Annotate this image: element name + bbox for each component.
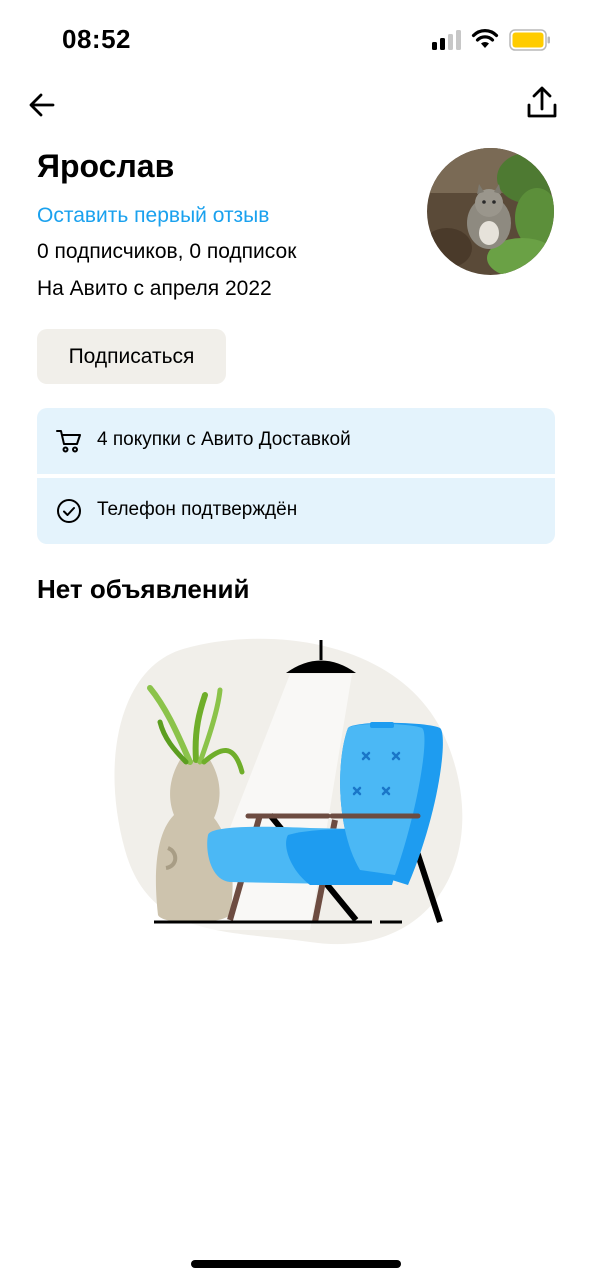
back-arrow-icon[interactable] bbox=[26, 88, 60, 122]
no-listings-title: Нет объявлений bbox=[37, 574, 250, 604]
home-indicator bbox=[191, 1260, 401, 1268]
check-circle-icon bbox=[57, 499, 81, 523]
navigation-bar bbox=[0, 80, 591, 130]
status-bar: 08:52 bbox=[0, 0, 591, 80]
phone-verified-text: Телефон подтверждён bbox=[97, 499, 298, 520]
status-time: 08:52 bbox=[62, 24, 131, 54]
wifi-icon bbox=[471, 29, 499, 48]
followers-count[interactable]: 0 подписчиков, 0 подписок bbox=[37, 240, 296, 264]
profile-name: Ярослав bbox=[37, 148, 175, 184]
battery-icon bbox=[509, 29, 550, 51]
phone-verified-info: Телефон подтверждён bbox=[37, 478, 555, 544]
cellular-signal-icon bbox=[432, 30, 462, 50]
leave-review-link[interactable]: Оставить первый отзыв bbox=[37, 204, 269, 228]
share-icon[interactable] bbox=[523, 84, 561, 122]
empty-state-armchair-illustration bbox=[114, 638, 463, 945]
delivery-purchases-text: 4 покупки с Авито Доставкой bbox=[97, 429, 351, 450]
member-since: На Авито с апреля 2022 bbox=[37, 277, 272, 300]
avatar[interactable] bbox=[427, 148, 554, 275]
cart-icon bbox=[56, 430, 81, 453]
subscribe-button[interactable]: Подписаться bbox=[37, 329, 226, 384]
delivery-purchases-info: 4 покупки с Авито Доставкой bbox=[37, 408, 555, 474]
